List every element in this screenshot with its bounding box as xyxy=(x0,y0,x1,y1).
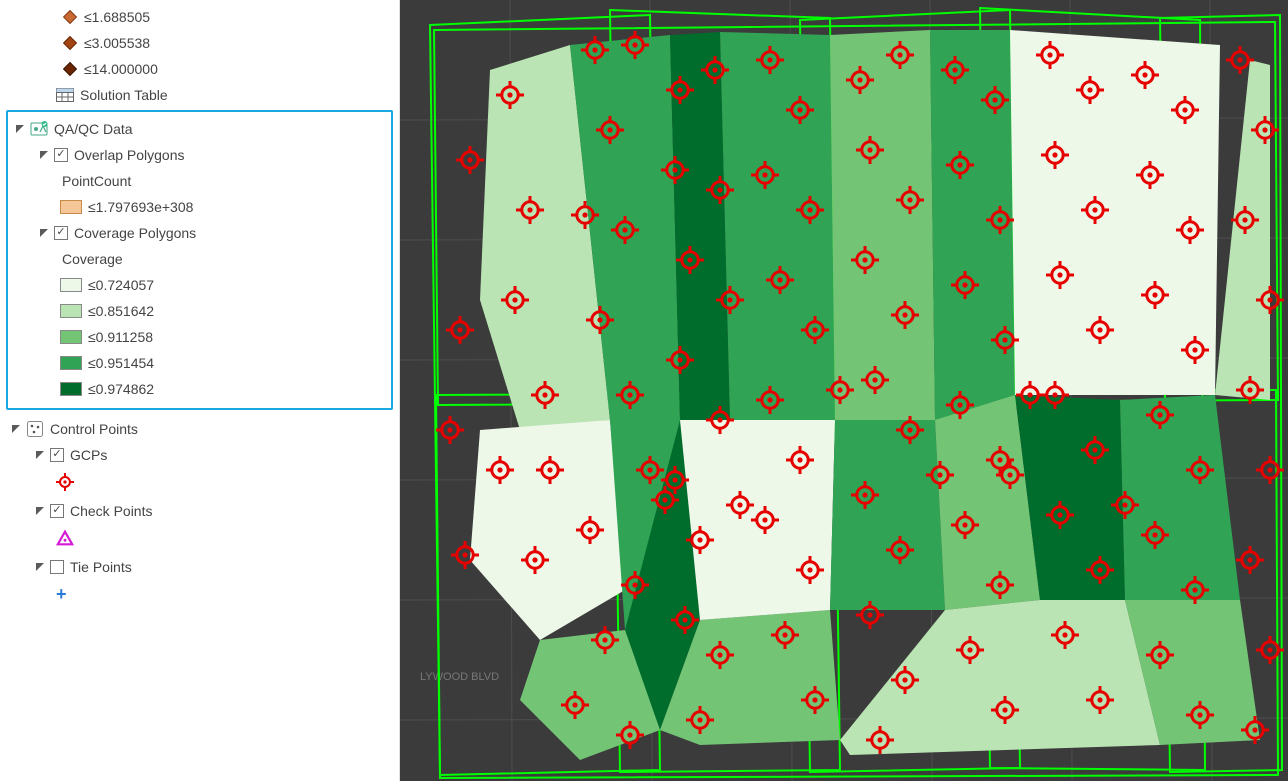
class-break-row: ≤3.005538 xyxy=(4,30,399,56)
gcp-target-icon xyxy=(56,473,74,494)
class-break-label: ≤14.000000 xyxy=(82,61,158,77)
overlap-polygons-row[interactable]: Overlap Polygons xyxy=(8,142,391,168)
class-break-label: ≤1.797693e+308 xyxy=(86,199,193,215)
class-break-row: ≤1.797693e+308 xyxy=(8,194,391,220)
class-break-label: ≤0.974862 xyxy=(86,381,154,397)
expand-caret-icon[interactable] xyxy=(34,505,46,517)
layer-visibility-checkbox[interactable] xyxy=(50,560,64,574)
qaqc-group-icon xyxy=(30,120,48,138)
points-group-icon xyxy=(26,420,44,438)
solution-table-label: Solution Table xyxy=(78,87,168,103)
class-break-row: ≤0.851642 xyxy=(8,298,391,324)
contents-pane: ≤1.688505 ≤3.005538 ≤14.000000 Solution … xyxy=(0,0,400,781)
basemap-label: LYWOOD BLVD xyxy=(420,671,499,683)
class-break-label: ≤0.951454 xyxy=(86,355,154,371)
table-icon xyxy=(56,86,74,104)
qaqc-group-label: QA/QC Data xyxy=(52,121,133,137)
gcps-row[interactable]: GCPs xyxy=(4,442,399,468)
class-break-label: ≤3.005538 xyxy=(82,35,150,51)
coverage-polygons-label: Coverage Polygons xyxy=(72,225,196,241)
check-points-label: Check Points xyxy=(68,503,152,519)
tie-points-label: Tie Points xyxy=(68,559,132,575)
class-break-row: ≤0.911258 xyxy=(8,324,391,350)
fill-swatch-icon xyxy=(60,330,82,344)
class-break-label: ≤0.911258 xyxy=(86,329,153,345)
layer-visibility-checkbox[interactable] xyxy=(54,226,68,240)
checkpoint-triangle-icon xyxy=(56,529,74,550)
diamond-symbol-icon xyxy=(62,12,78,22)
expand-caret-icon[interactable] xyxy=(38,227,50,239)
layer-visibility-checkbox[interactable] xyxy=(50,504,64,518)
diamond-symbol-icon xyxy=(62,64,78,74)
class-break-row: ≤0.951454 xyxy=(8,350,391,376)
gcp-symbol-row xyxy=(4,468,399,498)
map-view[interactable]: Hollywood LYWOOD BLVD xyxy=(400,0,1288,781)
pointcount-heading-row: PointCount xyxy=(8,168,391,194)
fill-swatch-icon xyxy=(60,200,82,214)
class-break-row: ≤1.688505 xyxy=(4,4,399,30)
expand-caret-icon[interactable] xyxy=(10,423,22,435)
control-points-group-row[interactable]: Control Points xyxy=(4,416,399,442)
checkpoint-symbol-row xyxy=(4,524,399,554)
check-points-row[interactable]: Check Points xyxy=(4,498,399,524)
coverage-heading: Coverage xyxy=(60,251,123,267)
class-break-label: ≤0.724057 xyxy=(86,277,154,293)
class-break-row: ≤14.000000 xyxy=(4,56,399,82)
diamond-symbol-icon xyxy=(62,38,78,48)
fill-swatch-icon xyxy=(60,356,82,370)
tiepoint-plus-icon: + xyxy=(56,585,67,603)
class-break-label: ≤0.851642 xyxy=(86,303,154,319)
solution-table-row[interactable]: Solution Table xyxy=(4,82,399,108)
class-break-label: ≤1.688505 xyxy=(82,9,150,25)
tiepoint-symbol-row: + xyxy=(4,580,399,608)
pointcount-heading: PointCount xyxy=(60,173,131,189)
class-break-row: ≤0.724057 xyxy=(8,272,391,298)
expand-caret-icon[interactable] xyxy=(14,123,26,135)
coverage-polygons-row[interactable]: Coverage Polygons xyxy=(8,220,391,246)
tie-points-row[interactable]: Tie Points xyxy=(4,554,399,580)
layer-visibility-checkbox[interactable] xyxy=(50,448,64,462)
layer-visibility-checkbox[interactable] xyxy=(54,148,68,162)
qaqc-group-row[interactable]: QA/QC Data xyxy=(8,116,391,142)
gcps-label: GCPs xyxy=(68,447,107,463)
expand-caret-icon[interactable] xyxy=(38,149,50,161)
overlap-polygons-label: Overlap Polygons xyxy=(72,147,185,163)
fill-swatch-icon xyxy=(60,278,82,292)
expand-caret-icon[interactable] xyxy=(34,449,46,461)
fill-swatch-icon xyxy=(60,304,82,318)
expand-caret-icon[interactable] xyxy=(34,561,46,573)
control-points-label: Control Points xyxy=(48,421,138,437)
qaqc-highlight: QA/QC Data Overlap Polygons PointCount ≤… xyxy=(6,110,393,410)
fill-swatch-icon xyxy=(60,382,82,396)
class-break-row: ≤0.974862 xyxy=(8,376,391,402)
map-canvas[interactable]: Hollywood LYWOOD BLVD xyxy=(400,0,1288,781)
coverage-heading-row: Coverage xyxy=(8,246,391,272)
